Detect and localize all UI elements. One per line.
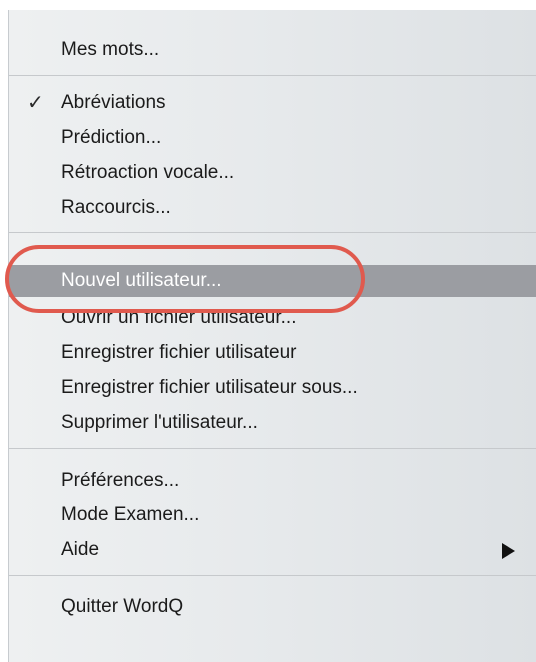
menu-item-label: Supprimer l'utilisateur... <box>61 412 258 433</box>
menu-item-label: Raccourcis... <box>61 197 171 218</box>
menu-item-label: Quitter WordQ <box>61 596 184 617</box>
menu-item-supprimer-utilisateur[interactable]: Supprimer l'utilisateur... <box>9 407 536 439</box>
menu-item-label: Nouvel utilisateur... <box>61 270 222 291</box>
checkmark-icon: ✓ <box>27 92 44 114</box>
menu-item-label: Mode Examen... <box>61 504 200 525</box>
menu-item-label: Enregistrer fichier utilisateur <box>61 342 297 363</box>
menu-item-preferences[interactable]: Préférences... <box>9 465 536 497</box>
menu-item-quitter-wordq[interactable]: Quitter WordQ <box>9 591 536 623</box>
menu-item-label: Enregistrer fichier utilisateur sous... <box>61 377 358 398</box>
menu-item-enregistrer-fichier-utilisateur[interactable]: Enregistrer fichier utilisateur <box>9 337 536 369</box>
menu-separator <box>9 232 536 233</box>
menu-item-aide[interactable]: Aide <box>9 534 536 566</box>
menu-item-label: Ouvrir un fichier utilisateur... <box>61 307 297 328</box>
context-menu: Mes mots... ✓ Abréviations Prédiction...… <box>8 10 536 662</box>
menu-separator <box>9 75 536 76</box>
submenu-arrow-icon <box>502 543 515 559</box>
menu-item-ouvrir-fichier-utilisateur[interactable]: Ouvrir un fichier utilisateur... <box>9 302 536 334</box>
menu-item-prediction[interactable]: Prédiction... <box>9 122 536 154</box>
menu-item-retroaction-vocale[interactable]: Rétroaction vocale... <box>9 157 536 189</box>
menu-item-enregistrer-fichier-utilisateur-sous[interactable]: Enregistrer fichier utilisateur sous... <box>9 372 536 404</box>
menu-item-label: Prédiction... <box>61 127 162 148</box>
menu-separator <box>9 448 536 449</box>
menu-separator <box>9 575 536 576</box>
menu-item-mes-mots[interactable]: Mes mots... <box>9 34 536 66</box>
menu-item-label: Rétroaction vocale... <box>61 162 235 183</box>
menu-item-label: Aide <box>61 539 100 560</box>
menu-item-abreviations[interactable]: ✓ Abréviations <box>9 87 536 119</box>
menu-item-label: Abréviations <box>61 92 166 113</box>
menu-item-mode-examen[interactable]: Mode Examen... <box>9 499 536 531</box>
menu-item-nouvel-utilisateur[interactable]: Nouvel utilisateur... <box>9 265 536 297</box>
menu-item-raccourcis[interactable]: Raccourcis... <box>9 192 536 224</box>
menu-item-label: Préférences... <box>61 470 180 491</box>
menu-item-label: Mes mots... <box>61 39 160 60</box>
